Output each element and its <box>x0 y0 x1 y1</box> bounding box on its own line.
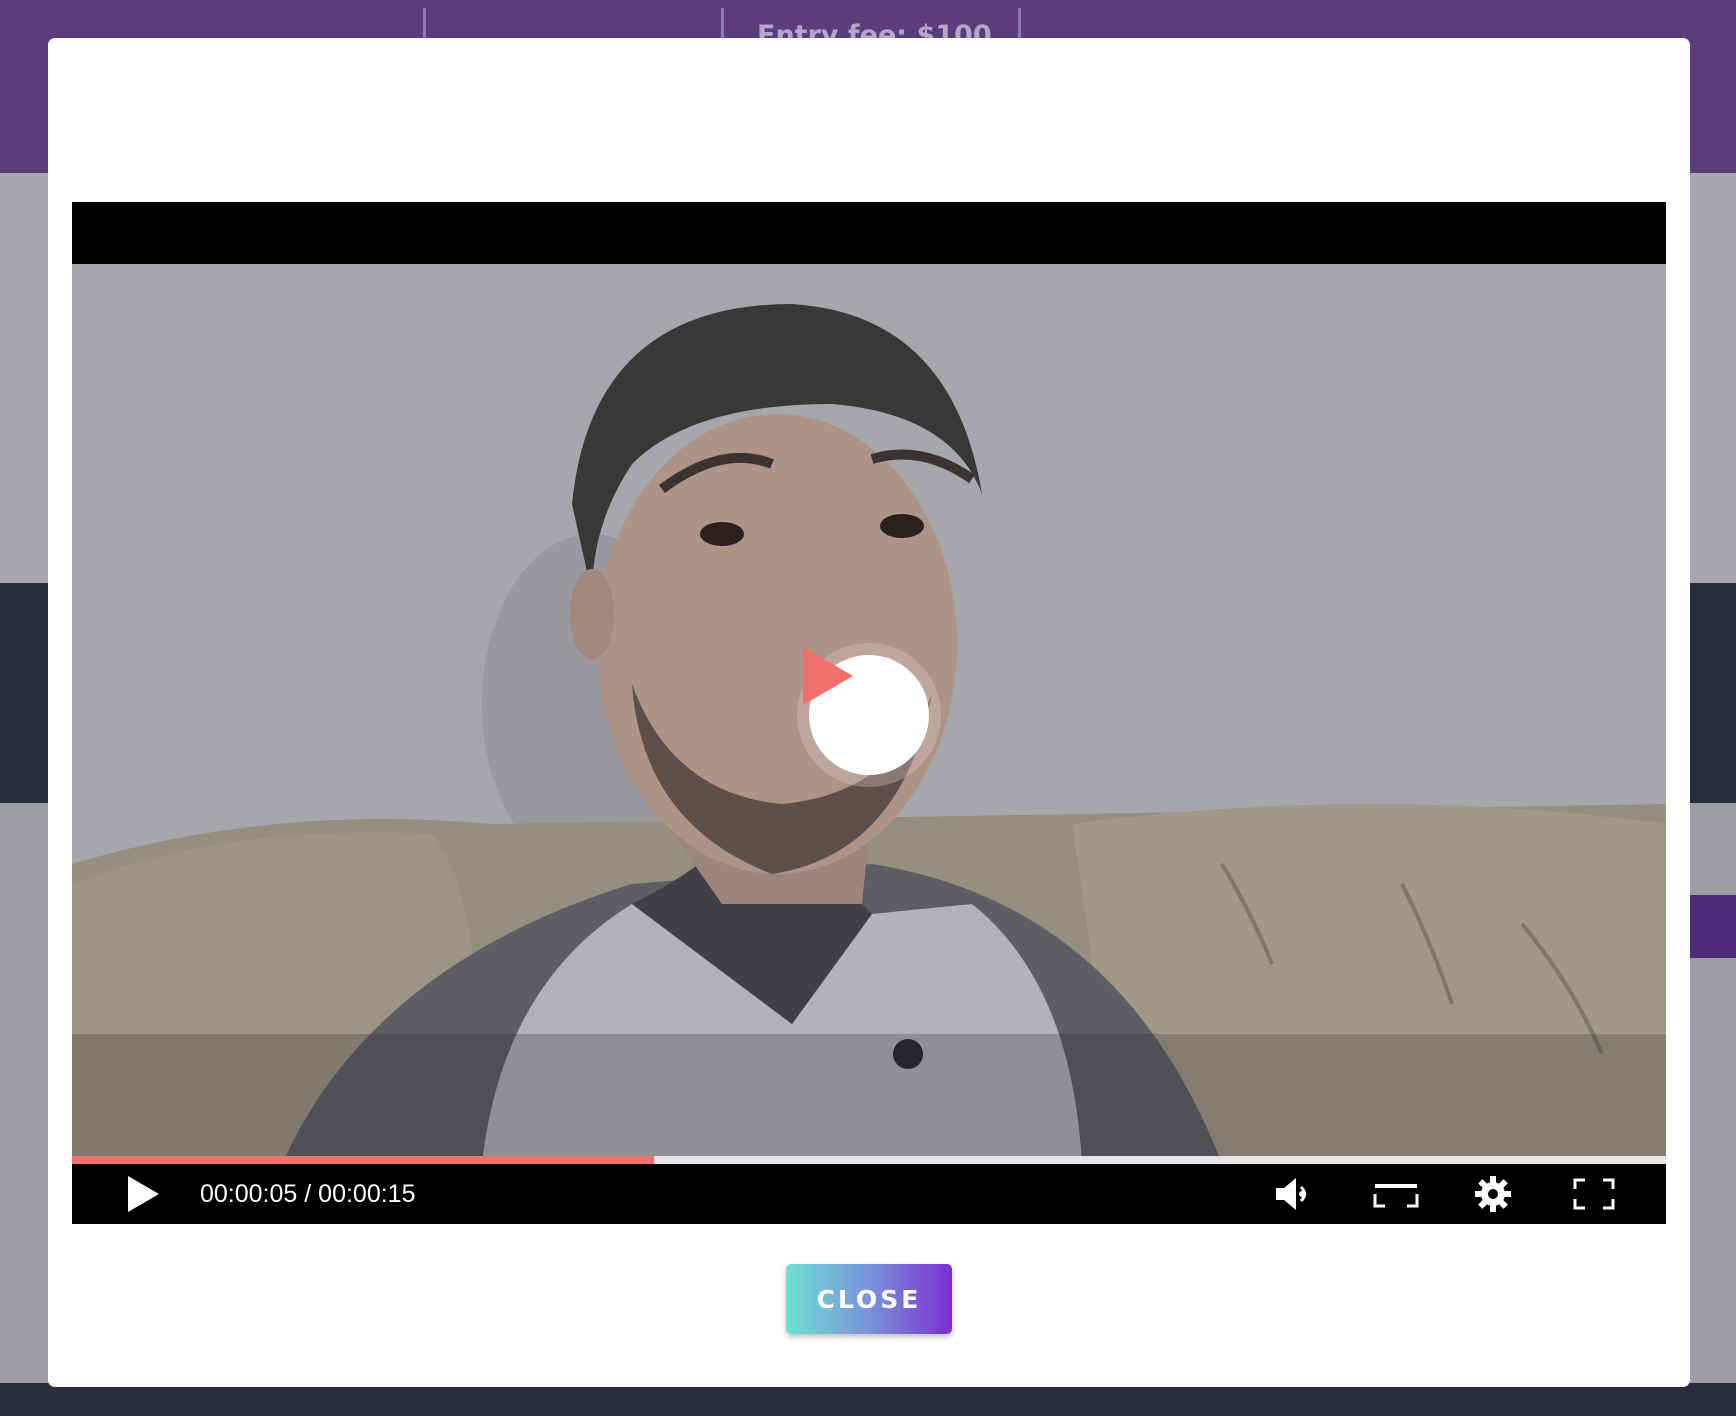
video-player[interactable]: 00:00:05 / 00:00:15 <box>72 202 1666 1224</box>
big-play-button[interactable] <box>797 643 941 787</box>
duration: 00:00:15 <box>318 1180 416 1208</box>
play-icon <box>803 647 853 705</box>
current-time: 00:00:05 <box>200 1180 298 1208</box>
background-footer <box>0 1383 1736 1416</box>
play-icon <box>128 1176 159 1212</box>
background-divider <box>1018 8 1021 38</box>
background-divider <box>423 8 426 38</box>
fullscreen-icon <box>1573 1178 1615 1210</box>
theater-mode-button[interactable] <box>1368 1164 1424 1224</box>
fullscreen-button[interactable] <box>1566 1164 1622 1224</box>
video-progress-bar[interactable] <box>72 1156 1666 1164</box>
settings-button[interactable] <box>1468 1164 1518 1224</box>
background-divider <box>721 8 724 38</box>
theater-mode-icon <box>1373 1184 1419 1208</box>
gear-icon <box>1475 1176 1511 1212</box>
play-button[interactable] <box>118 1164 168 1224</box>
video-controls: 00:00:05 / 00:00:15 <box>72 1164 1666 1224</box>
close-button[interactable]: CLOSE <box>786 1264 952 1334</box>
volume-button[interactable] <box>1270 1164 1320 1224</box>
video-modal: 00:00:05 / 00:00:15 CLOSE <box>48 38 1690 1387</box>
big-play-button-circle <box>803 647 929 775</box>
time-display: 00:00:05 / 00:00:15 <box>200 1180 416 1208</box>
video-frame[interactable] <box>72 264 1666 1164</box>
video-progress-fill <box>72 1156 654 1164</box>
volume-icon <box>1276 1178 1306 1210</box>
background-tab <box>1690 895 1736 958</box>
